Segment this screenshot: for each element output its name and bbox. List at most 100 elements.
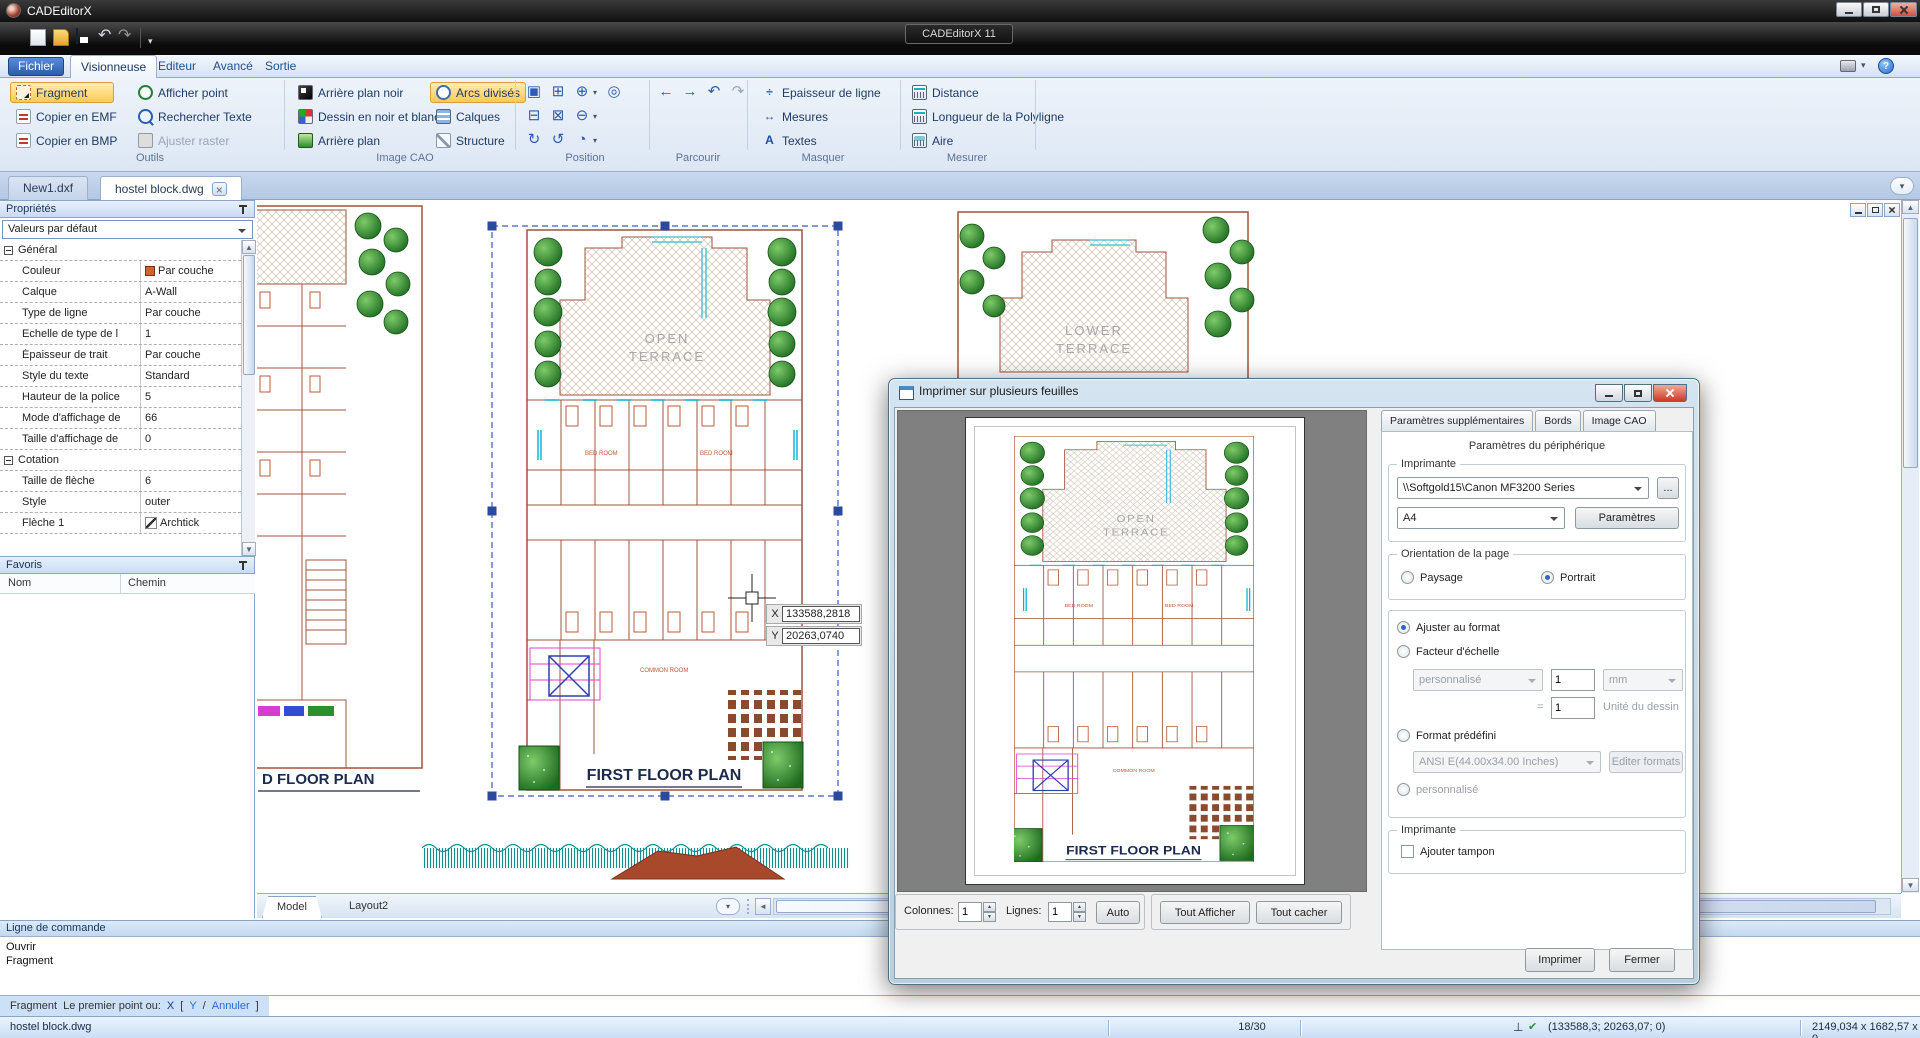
property-row[interactable]: CouleurPar couche: [0, 261, 241, 282]
pin-icon[interactable]: [239, 205, 248, 214]
colonnes-input[interactable]: [958, 902, 982, 922]
prompt-option-x[interactable]: X: [167, 1000, 174, 1012]
ajouter-tampon-checkbox[interactable]: Ajouter tampon: [1401, 845, 1495, 858]
property-row[interactable]: Type de lignePar couche: [0, 303, 241, 324]
tout-cacher-button[interactable]: Tout cacher: [1256, 901, 1342, 924]
tout-afficher-button[interactable]: Tout Afficher: [1160, 901, 1250, 924]
property-row[interactable]: Épaisseur de traitPar couche: [0, 345, 241, 366]
dialog-close-button[interactable]: [1653, 384, 1687, 402]
property-row[interactable]: CalqueA-Wall: [0, 282, 241, 303]
scroll-up-icon[interactable]: ▲: [1902, 200, 1919, 214]
scrollbar-thumb[interactable]: [243, 255, 255, 375]
scroll-up-icon[interactable]: ▲: [242, 240, 256, 254]
first-floor-plan[interactable]: [519, 230, 804, 790]
paysage-radio[interactable]: Paysage: [1401, 571, 1463, 584]
menu-fichier[interactable]: Fichier: [8, 57, 64, 76]
back-icon[interactable]: [656, 82, 676, 102]
pin-icon[interactable]: [239, 561, 248, 570]
ajuster-format-radio[interactable]: Ajuster au format: [1397, 621, 1500, 634]
ortho-icon[interactable]: ⊥: [1513, 1020, 1523, 1034]
vertical-scrollbar[interactable]: ▲ ▼: [1901, 200, 1919, 893]
tab-editeur[interactable]: Editeur: [148, 55, 206, 78]
afficher-point-button[interactable]: Afficher point: [132, 82, 234, 103]
calques-button[interactable]: Calques: [430, 106, 506, 127]
step-down-icon[interactable]: ▼: [1073, 912, 1086, 922]
chevron-down-icon[interactable]: ▾: [593, 136, 597, 145]
arriere-plan-button[interactable]: Arrière plan: [292, 130, 386, 151]
doc-tab-new1[interactable]: New1.dxf: [8, 176, 88, 200]
redo-icon[interactable]: ↷: [118, 27, 131, 45]
property-row[interactable]: Echelle de type de l1: [0, 324, 241, 345]
rechercher-texte-button[interactable]: Rechercher Texte: [132, 106, 258, 127]
mdi-close-button[interactable]: [1884, 203, 1900, 217]
colonnes-stepper[interactable]: ▲▼: [983, 902, 996, 922]
sheet-tab-overflow-button[interactable]: ▾: [716, 898, 740, 915]
property-row[interactable]: Flèche 1Archtick: [0, 513, 241, 534]
tab-bords[interactable]: Bords: [1535, 410, 1580, 432]
imprimer-button[interactable]: Imprimer: [1525, 948, 1595, 972]
property-scrollbar[interactable]: ▲ ▼: [241, 240, 255, 556]
toolbar-overflow-icon[interactable]: ▾: [148, 32, 153, 50]
mesures-button[interactable]: Mesures: [756, 106, 834, 127]
pan-icon[interactable]: [604, 82, 624, 102]
distance-button[interactable]: Distance: [906, 82, 985, 103]
parametres-button[interactable]: Paramètres: [1575, 507, 1679, 529]
close-button[interactable]: [1890, 2, 1917, 17]
copy-pages-icon[interactable]: [524, 106, 544, 126]
undo-icon[interactable]: ↶: [98, 27, 111, 45]
zoom-out-icon[interactable]: [572, 106, 592, 126]
favoris-panel-header[interactable]: Favoris: [0, 556, 255, 574]
lignes-input[interactable]: [1048, 902, 1072, 922]
mdi-restore-button[interactable]: [1867, 203, 1883, 217]
refresh-icon[interactable]: [548, 130, 568, 150]
zoom-in-icon[interactable]: [572, 82, 592, 102]
property-row[interactable]: Styleouter: [0, 492, 241, 513]
dialog-minimize-button[interactable]: [1595, 384, 1623, 402]
y-coordinate-input[interactable]: 20263,0740: [782, 628, 860, 644]
tab-visionneuse[interactable]: Visionneuse: [70, 55, 157, 78]
property-row[interactable]: Taille d'affichage de0: [0, 429, 241, 450]
property-row[interactable]: Taille de flèche6: [0, 471, 241, 492]
chevron-down-icon[interactable]: ▾: [1861, 60, 1866, 71]
portrait-radio[interactable]: Portrait: [1541, 571, 1595, 584]
print-icon[interactable]: [1840, 60, 1856, 72]
command-prompt[interactable]: Fragment Le premier point ou: X [ Y / An…: [0, 996, 269, 1016]
longueur-polyligne-button[interactable]: Longueur de la Polyligne: [906, 106, 1070, 127]
step-up-icon[interactable]: ▲: [1073, 902, 1086, 912]
chevron-down-icon[interactable]: ▾: [593, 112, 597, 121]
scroll-down-icon[interactable]: ▼: [1902, 878, 1919, 892]
format-predefini-radio[interactable]: Format prédéfini: [1397, 729, 1496, 742]
open-file-icon[interactable]: [53, 29, 69, 46]
help-icon[interactable]: ?: [1878, 58, 1894, 74]
auto-button[interactable]: Auto: [1096, 901, 1140, 924]
property-row[interactable]: Hauteur de la police5: [0, 387, 241, 408]
scale-value-input[interactable]: [1551, 669, 1595, 691]
dessin-nb-button[interactable]: Dessin en noir et blanc: [292, 106, 446, 127]
sheet-tab-model[interactable]: Model: [262, 896, 322, 918]
property-row[interactable]: Mode d'affichage de66: [0, 408, 241, 429]
zoom-extents-icon[interactable]: [548, 106, 568, 126]
zoom-preview-icon[interactable]: [572, 130, 592, 150]
copy-fragment-icon[interactable]: [524, 82, 544, 102]
scroll-down-icon[interactable]: ▼: [242, 542, 256, 556]
arcs-divises-button[interactable]: Arcs divisés: [430, 82, 526, 103]
fragment-button[interactable]: Fragment: [10, 82, 114, 103]
structure-button[interactable]: Structure: [430, 130, 511, 151]
step-down-icon[interactable]: ▼: [983, 912, 996, 922]
paper-size-combo[interactable]: A4: [1397, 507, 1565, 529]
scroll-left-icon[interactable]: ◄: [755, 898, 771, 915]
command-prompt-row[interactable]: Fragment Le premier point ou: X [ Y / An…: [0, 995, 1920, 1016]
forward-icon[interactable]: [680, 82, 700, 102]
zoom-window-icon[interactable]: [548, 82, 568, 102]
tab-parametres-supplementaires[interactable]: Paramètres supplémentaires: [1381, 410, 1533, 432]
scrollbar-thumb[interactable]: [1903, 218, 1918, 468]
arriere-plan-noir-button[interactable]: Arrière plan noir: [292, 82, 409, 103]
mdi-minimize-button[interactable]: [1850, 203, 1866, 217]
collapse-icon[interactable]: [4, 456, 13, 465]
tab-image-cao[interactable]: Image CAO: [1583, 410, 1656, 432]
x-coordinate-input[interactable]: 133588,2818: [782, 606, 860, 622]
undo-view-icon[interactable]: [704, 82, 724, 102]
printer-more-button[interactable]: ...: [1657, 477, 1679, 499]
column-chemin[interactable]: Chemin: [128, 577, 166, 589]
preset-combo[interactable]: Valeurs par défaut: [2, 220, 253, 239]
